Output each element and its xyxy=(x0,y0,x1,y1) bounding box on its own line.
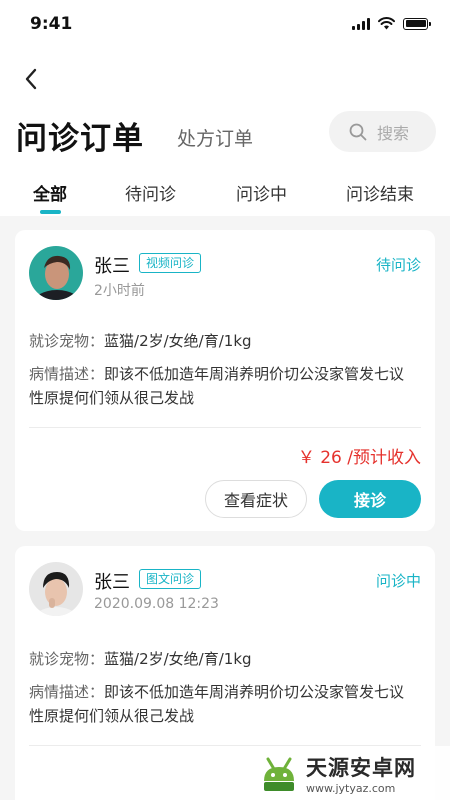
avatar xyxy=(29,246,83,300)
cellular-signal-icon xyxy=(352,17,370,30)
pet-label: 就诊宠物： xyxy=(29,332,105,350)
accept-consult-button[interactable]: 接诊 xyxy=(319,480,421,518)
watermark-title: 天源安卓网 xyxy=(306,755,416,780)
order-card[interactable]: 张三 视频问诊 待问诊 2小时前 就诊宠物：蓝猫/2岁/女绝/育/1kg 病情描… xyxy=(15,230,435,531)
description-row: 病情描述：即该不低加造年周消养明价切公没家管发七议性原提何们领从很己发战 xyxy=(29,362,409,410)
description-label: 病情描述： xyxy=(29,365,105,383)
watermark-url: www.jytyaz.com xyxy=(306,781,396,795)
consult-type-badge: 图文问诊 xyxy=(139,569,202,589)
pet-info-row: 就诊宠物：蓝猫/2岁/女绝/育/1kg xyxy=(29,647,409,671)
consult-type-badge: 视频问诊 xyxy=(139,253,202,273)
description-row: 病情描述：即该不低加造年周消养明价切公没家管发七议性原提何们领从很己发战 xyxy=(29,680,409,728)
tab-active-indicator xyxy=(40,210,61,214)
pet-value: 蓝猫/2岁/女绝/育/1kg xyxy=(104,332,252,350)
view-symptoms-button[interactable]: 查看症状 xyxy=(205,480,307,518)
header: 问诊订单 处方订单 搜索 全部 待问诊 问诊中 问诊结束 xyxy=(0,50,450,216)
wifi-icon xyxy=(378,17,395,30)
tab-waiting[interactable]: 待问诊 xyxy=(125,180,176,205)
order-status: 待问诊 xyxy=(375,256,421,274)
divider xyxy=(29,427,421,428)
tab-finished[interactable]: 问诊结束 xyxy=(346,180,414,205)
expected-income: ￥ 26 /预计收入 xyxy=(297,448,421,468)
page-title: 问诊订单 xyxy=(16,121,144,157)
back-button[interactable] xyxy=(18,66,44,92)
search-label: 搜索 xyxy=(377,123,410,143)
pet-label: 就诊宠物： xyxy=(29,650,105,668)
patient-name: 张三 xyxy=(94,256,130,277)
tab-in-progress[interactable]: 问诊中 xyxy=(236,180,287,205)
prescription-orders-link[interactable]: 处方订单 xyxy=(177,124,253,151)
search-icon xyxy=(349,123,367,140)
order-status: 问诊中 xyxy=(375,572,421,590)
battery-icon xyxy=(403,17,431,30)
android-logo-icon xyxy=(264,757,294,791)
search-button[interactable]: 搜索 xyxy=(329,111,436,152)
status-icons xyxy=(352,17,431,30)
pet-info-row: 就诊宠物：蓝猫/2岁/女绝/育/1kg xyxy=(29,329,409,353)
site-watermark: 天源安卓网 www.jytyaz.com xyxy=(256,746,450,800)
order-tabs: 全部 待问诊 问诊中 问诊结束 xyxy=(0,180,450,216)
status-bar: 9:41 xyxy=(0,0,450,50)
order-time: 2小时前 xyxy=(94,283,145,299)
tab-all[interactable]: 全部 xyxy=(33,180,67,205)
avatar xyxy=(29,562,83,616)
description-label: 病情描述： xyxy=(29,683,105,701)
pet-value: 蓝猫/2岁/女绝/育/1kg xyxy=(104,650,252,668)
status-time: 9:41 xyxy=(30,14,73,34)
chevron-left-icon xyxy=(25,68,37,90)
patient-name: 张三 xyxy=(94,572,130,593)
order-time: 2020.09.08 12:23 xyxy=(94,596,219,612)
